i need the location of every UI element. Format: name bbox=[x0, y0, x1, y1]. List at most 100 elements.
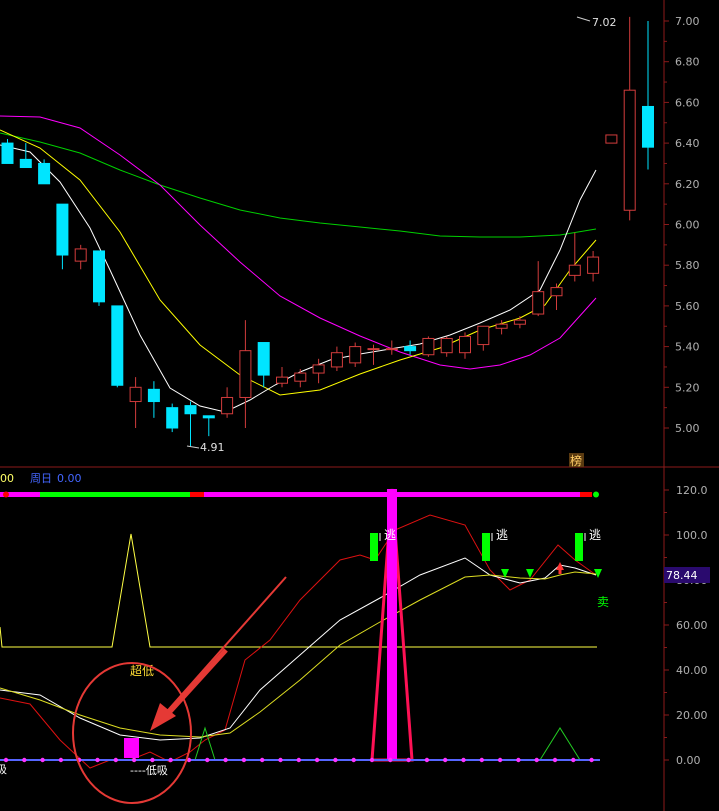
zero-line-dot bbox=[589, 757, 594, 763]
zero-line-dot bbox=[223, 757, 228, 763]
zero-line-dot bbox=[150, 757, 155, 763]
zero-line-dot bbox=[3, 757, 9, 763]
zero-line-dot bbox=[516, 757, 521, 763]
candle-up bbox=[422, 337, 435, 356]
price-tick-label: 5.60 bbox=[675, 300, 700, 313]
stock-chart[interactable]: 7.00 6.80 6.60 6.40 6.20 6.00 5.80 5.60 5.40 5.20… bbox=[0, 0, 719, 811]
candle-up bbox=[349, 346, 362, 364]
candle-down bbox=[19, 158, 32, 169]
price-tick-label: 6.20 bbox=[675, 178, 700, 191]
candle-down bbox=[642, 105, 654, 148]
zero-line-dot bbox=[314, 757, 320, 763]
candle-up bbox=[129, 386, 142, 403]
zero-line-dot bbox=[534, 757, 539, 763]
status-bar-seg bbox=[580, 492, 592, 497]
indicator-tick-label: 100.0 bbox=[676, 529, 708, 542]
candle-up bbox=[239, 350, 252, 398]
candle-up bbox=[568, 264, 581, 276]
candle-up bbox=[385, 348, 398, 351]
candle-up bbox=[440, 337, 453, 354]
indicator-tick-label: 40.00 bbox=[676, 664, 708, 677]
price-tick-label: 5.00 bbox=[675, 422, 700, 435]
zero-line-dot bbox=[424, 757, 430, 763]
candle-up bbox=[312, 364, 325, 374]
candle-up bbox=[74, 248, 87, 262]
candle-down bbox=[166, 407, 179, 429]
zero-line-dot bbox=[131, 757, 137, 763]
sell-label: 卖 bbox=[597, 595, 609, 609]
candle-up bbox=[330, 352, 343, 368]
zero-line-dot bbox=[351, 757, 356, 763]
candle-down bbox=[1, 142, 14, 164]
indicator-header-value: 0.00 bbox=[57, 472, 82, 485]
candle-down bbox=[202, 415, 215, 419]
zero-line-dot bbox=[113, 757, 119, 763]
candle-up bbox=[459, 335, 471, 354]
escape-label: 逃 bbox=[384, 528, 396, 542]
candle-down bbox=[56, 203, 69, 256]
zero-line-dot bbox=[497, 757, 503, 763]
candle-up bbox=[587, 256, 600, 274]
zero-line-dot bbox=[95, 757, 100, 763]
escape-label: 逃 bbox=[589, 528, 601, 542]
candle-up bbox=[513, 319, 526, 325]
candle-up bbox=[294, 372, 307, 382]
high-price-label: 7.02 bbox=[592, 16, 617, 29]
indicator-tick-label: 20.00 bbox=[676, 709, 708, 722]
indicator-tick-label: 0.00 bbox=[676, 754, 701, 767]
left-edge-label: 吸 bbox=[0, 763, 7, 776]
candle-down bbox=[111, 305, 124, 386]
zero-line-dot bbox=[406, 757, 411, 763]
zero-line-dot bbox=[443, 757, 448, 763]
status-bar-seg bbox=[190, 492, 204, 497]
zero-line-dot bbox=[40, 757, 45, 763]
zero-line-dot bbox=[241, 757, 247, 763]
zero-line-dot bbox=[479, 757, 484, 763]
zero-line-dot bbox=[22, 757, 27, 763]
price-tick-label: 6.40 bbox=[675, 137, 700, 150]
candle-up bbox=[550, 287, 563, 297]
current-value-badge: 78.44 bbox=[666, 569, 698, 582]
chart-background bbox=[0, 0, 719, 811]
candle-down bbox=[184, 405, 197, 415]
status-bar-end-dot bbox=[593, 491, 599, 498]
zero-line-dot bbox=[168, 757, 173, 763]
candle-up bbox=[221, 396, 234, 415]
price-tick-label: 6.60 bbox=[675, 96, 700, 109]
candle-down bbox=[93, 250, 105, 303]
candle-down bbox=[257, 342, 270, 376]
candle-down bbox=[38, 162, 51, 185]
escape-label: 逃 bbox=[496, 528, 508, 542]
candle-down bbox=[147, 388, 160, 403]
zero-line-dot bbox=[552, 757, 558, 763]
zero-line-dot bbox=[571, 757, 576, 763]
zero-line-dot bbox=[278, 757, 283, 763]
low-price-label: 4.91 bbox=[200, 441, 225, 454]
candle-up bbox=[605, 134, 618, 144]
candle-up bbox=[495, 323, 508, 329]
ranking-badge[interactable]: 榜 bbox=[570, 453, 582, 468]
status-bar-seg bbox=[40, 492, 190, 497]
candle-up bbox=[532, 291, 545, 315]
indicator-header-label: 周日 bbox=[30, 472, 52, 485]
zero-line-dot bbox=[369, 757, 375, 763]
zero-line-dot bbox=[333, 757, 338, 763]
status-bar-start-dot bbox=[3, 491, 9, 498]
low-buy-block bbox=[124, 738, 139, 758]
price-tick-label: 5.80 bbox=[675, 259, 700, 272]
candle-up bbox=[623, 89, 636, 211]
candle-up bbox=[276, 376, 288, 384]
low-buy-label: ----低吸 bbox=[130, 764, 168, 777]
price-tick-label: 6.00 bbox=[675, 219, 700, 232]
indicator-header-left: 00 bbox=[0, 472, 14, 485]
indicator-tick-label: 60.00 bbox=[676, 619, 708, 632]
zero-line-dot bbox=[296, 757, 301, 763]
price-tick-label: 5.20 bbox=[675, 381, 700, 394]
zero-line-dot bbox=[205, 757, 210, 763]
zero-line-dot bbox=[58, 757, 64, 763]
candle-up bbox=[367, 348, 380, 351]
zero-line-dot bbox=[388, 757, 393, 763]
price-tick-label: 5.40 bbox=[675, 341, 700, 354]
candle-down bbox=[404, 346, 417, 352]
price-tick-label: 7.00 bbox=[675, 15, 700, 28]
